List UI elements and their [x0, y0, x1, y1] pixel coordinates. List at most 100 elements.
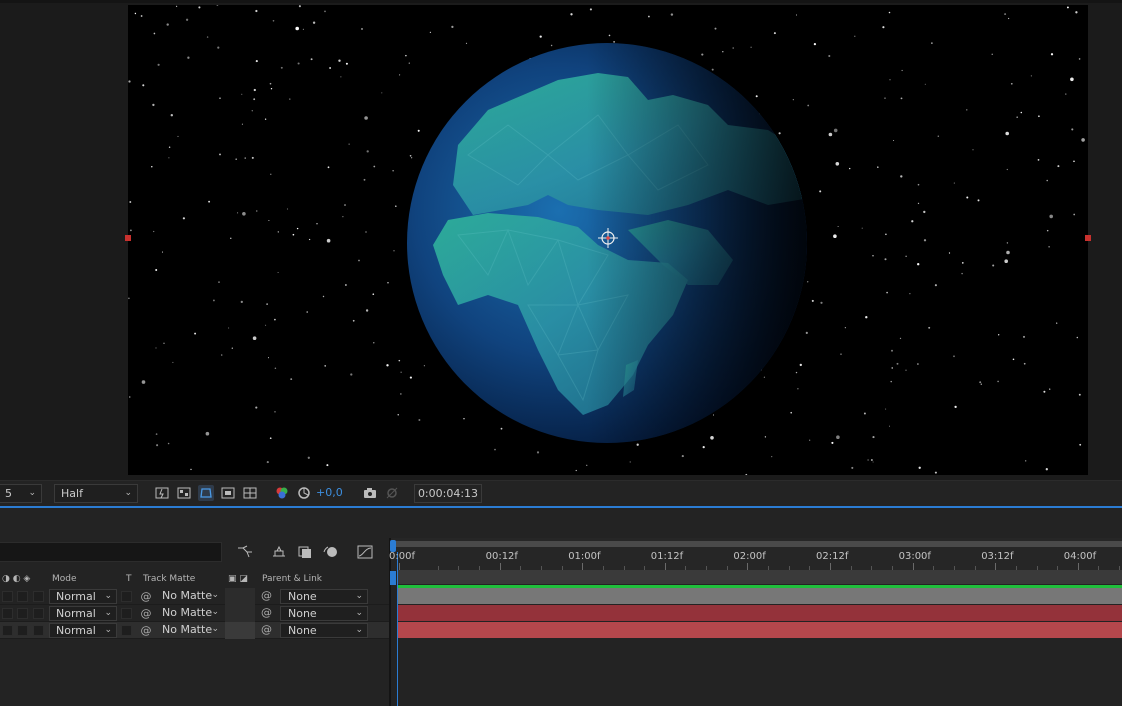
- show-snapshot-icon[interactable]: [384, 485, 400, 501]
- blend-mode-dropdown[interactable]: Normal ⌄: [49, 606, 117, 621]
- star: [1043, 390, 1046, 393]
- star: [828, 54, 831, 58]
- parent-pickwhip-icon[interactable]: @: [261, 623, 272, 636]
- star: [732, 47, 734, 49]
- layer-switch[interactable]: [17, 608, 28, 619]
- track-matte-dropdown[interactable]: No Matte ⌄: [157, 606, 223, 621]
- layer-switch[interactable]: [2, 625, 13, 636]
- star: [269, 437, 272, 440]
- right-edge-handle[interactable]: [1085, 235, 1091, 241]
- layer-list: Normal ⌄ @ No Matte ⌄ @ None ⌄ Normal ⌄ @ No…: [0, 588, 390, 639]
- track-matte-dropdown[interactable]: No Matte ⌄: [157, 589, 223, 604]
- region-of-interest-icon[interactable]: [220, 485, 236, 501]
- star: [575, 469, 577, 472]
- draft-3d-icon[interactable]: [270, 543, 288, 561]
- star: [286, 208, 289, 210]
- resolution-dropdown[interactable]: Half ⌄: [54, 484, 138, 503]
- parent-pickwhip-icon[interactable]: @: [261, 606, 272, 619]
- preserve-transparency-toggle[interactable]: [121, 625, 132, 636]
- star: [417, 129, 420, 132]
- transparency-grid-icon[interactable]: [176, 485, 192, 501]
- frame-blending-icon[interactable]: [296, 543, 314, 561]
- track-matte-value: No Matte: [162, 623, 213, 636]
- layer-search-input[interactable]: [0, 542, 222, 562]
- layer-duration-bar[interactable]: [397, 588, 1122, 604]
- preserve-transparency-toggle[interactable]: [121, 608, 132, 619]
- magnification-dropdown[interactable]: 5 ⌄: [0, 484, 42, 503]
- composition-flowchart-icon[interactable]: [236, 543, 254, 561]
- layer-switch[interactable]: [33, 591, 44, 602]
- snapshot-camera-icon[interactable]: [362, 485, 378, 501]
- column-header-mode[interactable]: Mode: [52, 574, 77, 584]
- ruler-tick-label: 00:12f: [485, 551, 518, 562]
- grid-guides-icon[interactable]: [242, 485, 258, 501]
- channel-rgb-icon[interactable]: [274, 485, 290, 501]
- blend-mode-dropdown[interactable]: Normal ⌄: [49, 589, 117, 604]
- ruler-minor-tick: [540, 566, 542, 570]
- star: [997, 380, 999, 383]
- star: [463, 418, 465, 420]
- star: [885, 233, 887, 236]
- playhead-marker[interactable]: [390, 571, 396, 585]
- work-area-bar[interactable]: [394, 541, 1122, 547]
- blend-mode-dropdown[interactable]: Normal ⌄: [49, 623, 117, 638]
- matte-pickwhip-icon[interactable]: @: [139, 589, 153, 604]
- ruler-minor-tick: [644, 566, 646, 570]
- column-header-track-matte[interactable]: Track Matte: [143, 574, 195, 584]
- layer-switch[interactable]: [33, 625, 44, 636]
- star: [1079, 443, 1082, 446]
- star: [837, 226, 839, 227]
- parent-dropdown[interactable]: None ⌄: [280, 623, 368, 638]
- star: [909, 293, 911, 295]
- layer-switch[interactable]: [33, 608, 44, 619]
- preserve-transparency-toggle[interactable]: [121, 591, 132, 602]
- layer-row[interactable]: Normal ⌄ @ No Matte ⌄ @ None ⌄: [0, 605, 390, 622]
- mask-visibility-icon[interactable]: [198, 485, 214, 501]
- star: [241, 93, 243, 95]
- layer-row[interactable]: Normal ⌄ @ No Matte ⌄ @ None ⌄: [0, 588, 390, 605]
- star: [344, 284, 347, 286]
- layer-duration-bar[interactable]: [397, 622, 1122, 638]
- composition-canvas[interactable]: [128, 5, 1088, 475]
- composition-duration-bar[interactable]: [397, 570, 1122, 584]
- layer-duration-bar[interactable]: [397, 605, 1122, 621]
- left-edge-handle[interactable]: [125, 235, 131, 241]
- matte-pickwhip-icon[interactable]: @: [139, 623, 153, 638]
- star: [972, 149, 974, 151]
- star: [256, 210, 258, 212]
- column-header-parent-link[interactable]: Parent & Link: [262, 574, 322, 584]
- star: [172, 361, 174, 363]
- parent-pickwhip-icon[interactable]: @: [261, 589, 272, 602]
- star: [198, 6, 201, 9]
- fast-previews-icon[interactable]: [154, 485, 170, 501]
- matte-pickwhip-icon[interactable]: @: [139, 606, 153, 621]
- star: [954, 405, 957, 409]
- star: [589, 8, 592, 11]
- reset-exposure-icon[interactable]: [296, 485, 312, 501]
- layer-switch[interactable]: [2, 591, 13, 602]
- current-time-line: [397, 552, 398, 706]
- star: [177, 135, 179, 137]
- track-matte-dropdown[interactable]: No Matte ⌄: [157, 623, 223, 638]
- parent-dropdown[interactable]: None ⌄: [280, 606, 368, 621]
- column-header-t[interactable]: T: [126, 574, 132, 584]
- ruler-major-tick: [830, 563, 831, 570]
- star: [992, 264, 995, 267]
- graph-editor-icon[interactable]: [356, 543, 374, 561]
- star: [270, 173, 272, 175]
- layer-switch[interactable]: [17, 625, 28, 636]
- current-time-display[interactable]: 0:00:04:13: [414, 484, 482, 503]
- layer-switch[interactable]: [2, 608, 13, 619]
- star: [819, 190, 822, 193]
- star: [345, 62, 348, 65]
- star: [235, 158, 237, 160]
- motion-blur-icon[interactable]: [322, 543, 340, 561]
- star: [872, 436, 875, 439]
- star: [799, 363, 802, 367]
- layer-switch[interactable]: [17, 591, 28, 602]
- layer-row[interactable]: Normal ⌄ @ No Matte ⌄ @ None ⌄: [0, 622, 390, 639]
- star: [187, 56, 190, 59]
- exposure-value[interactable]: +0,0: [316, 486, 343, 499]
- parent-dropdown[interactable]: None ⌄: [280, 589, 368, 604]
- star: [1065, 93, 1067, 95]
